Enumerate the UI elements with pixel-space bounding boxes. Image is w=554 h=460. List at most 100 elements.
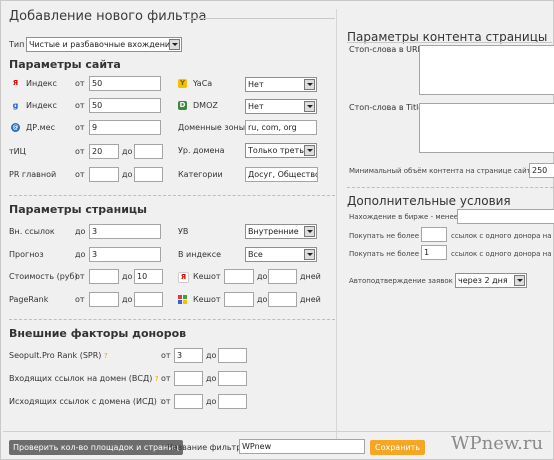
- buy-limit-1-input[interactable]: [421, 227, 447, 242]
- yandex-index-input[interactable]: 50: [89, 76, 161, 91]
- type-select[interactable]: Чистые и разбавочные вхождения: [26, 37, 182, 52]
- cache-yandex-label: Кеш: [193, 272, 211, 281]
- zones-label: Доменные зоны: [178, 123, 246, 132]
- yaca-icon: Y: [178, 79, 187, 88]
- google-icon: g: [12, 101, 19, 110]
- to-label: до: [122, 295, 133, 304]
- spr-from-input[interactable]: 3: [174, 348, 203, 363]
- google-index-input[interactable]: 50: [89, 98, 161, 113]
- pagerank-to-input[interactable]: [134, 292, 163, 307]
- yaca-label: YaCa: [193, 79, 213, 88]
- help-icon[interactable]: ?: [155, 375, 159, 383]
- cost-label: Стоимость (руб): [9, 272, 78, 281]
- tic-from-input[interactable]: 20: [89, 144, 119, 159]
- section-title-site: Параметры сайта: [9, 58, 121, 71]
- from-label: от: [75, 79, 85, 88]
- buy-limit-label: Покупать не более: [349, 232, 420, 240]
- chevron-down-icon: [304, 145, 315, 156]
- buy-limit-2-input[interactable]: 1: [421, 245, 447, 260]
- section-divider: [9, 195, 335, 196]
- watermark: WPnew.ru: [451, 433, 544, 454]
- cache-yandex-to-input[interactable]: [268, 269, 297, 284]
- content-title-underline: [347, 42, 552, 43]
- dr-mes-input[interactable]: 9: [89, 120, 161, 135]
- cache-yandex-from-input[interactable]: [224, 269, 254, 284]
- from-label: от: [161, 351, 171, 360]
- dmoz-select[interactable]: Нет: [245, 99, 317, 114]
- yandex-icon: Я: [178, 272, 189, 283]
- filter-name-label: Название фильтра: [167, 443, 247, 452]
- zones-input[interactable]: ru, com, org: [245, 120, 317, 135]
- domain-level-select[interactable]: Только треть: [245, 143, 317, 158]
- isd-to-input[interactable]: [218, 394, 247, 409]
- pr-from-input[interactable]: [89, 167, 119, 182]
- stop-url-textarea[interactable]: [419, 45, 554, 95]
- stop-url-label: Стоп-слова в URL: [349, 45, 422, 54]
- forecast-input[interactable]: 3: [89, 247, 161, 262]
- from-label: от: [211, 295, 221, 304]
- filter-name-input[interactable]: WPnew: [239, 439, 365, 454]
- yandex-icon: Я: [12, 79, 19, 87]
- pr-label: PR главной: [9, 170, 57, 179]
- cost-from-input[interactable]: [89, 269, 119, 284]
- save-button[interactable]: Сохранить: [370, 440, 425, 455]
- pagerank-label: PageRank: [9, 295, 49, 304]
- chevron-down-icon: [304, 79, 315, 90]
- column-divider: [336, 9, 337, 449]
- filter-form-panel: Добавление нового фильтра Тип Чистые и р…: [0, 0, 554, 460]
- section-divider: [9, 319, 335, 320]
- from-label: от: [75, 123, 85, 132]
- to-label: до: [257, 295, 268, 304]
- chevron-down-icon: [514, 275, 525, 286]
- yaca-select[interactable]: Нет: [245, 77, 317, 92]
- cache-google-to-input[interactable]: [268, 292, 297, 307]
- to-label: до: [75, 250, 86, 259]
- domain-level-label: Ур. домена: [178, 146, 225, 155]
- uv-label: УВ: [178, 227, 189, 236]
- cost-to-input[interactable]: 10: [134, 269, 163, 284]
- auto-confirm-select[interactable]: через 2 дня: [455, 273, 527, 288]
- dr-mes-label: ДР.мес: [26, 123, 55, 132]
- cache-google-from-input[interactable]: [224, 292, 254, 307]
- to-label: до: [257, 272, 268, 281]
- isd-from-input[interactable]: [174, 394, 203, 409]
- section-title-additional: Дополнительные условия: [347, 194, 511, 208]
- pr-to-input[interactable]: [134, 167, 163, 182]
- stop-title-textarea[interactable]: [419, 103, 554, 153]
- buy-limit-2-suffix: ссылок с одного донора на д: [451, 250, 554, 258]
- uv-select[interactable]: Внутренние: [245, 224, 317, 239]
- days-label: дней: [300, 272, 321, 281]
- google-icon: [178, 295, 187, 304]
- buy-limit-1-suffix: ссылок с одного донора на с: [451, 232, 554, 240]
- to-label: до: [206, 351, 217, 360]
- auto-confirm-label: Автоподтверждение заявок: [349, 277, 453, 285]
- chevron-down-icon: [304, 249, 315, 260]
- chevron-down-icon: [169, 39, 180, 50]
- yandex-index-label: Индекс: [26, 79, 57, 88]
- check-count-button[interactable]: Проверить кол-во площадок и страниц: [9, 440, 183, 455]
- categories-input[interactable]: Досуг, Общество: [245, 167, 318, 182]
- google-index-label: Индекс: [26, 101, 57, 110]
- exchange-label: Нахождение в бирже - менее: [349, 213, 459, 221]
- spr-to-input[interactable]: [218, 348, 247, 363]
- spr-label: Seopult.Pro Rank (SPR) ?: [9, 351, 108, 360]
- from-label: от: [75, 101, 85, 110]
- help-icon[interactable]: ?: [104, 352, 108, 360]
- tic-to-input[interactable]: [134, 144, 163, 159]
- categories-label: Категории: [178, 170, 223, 179]
- ext-links-label: Вн. ссылок: [9, 227, 55, 236]
- stop-title-label: Стоп-слова в Title: [349, 103, 424, 112]
- to-label: до: [122, 170, 133, 179]
- vsd-from-input[interactable]: [174, 371, 203, 386]
- ext-links-input[interactable]: 3: [89, 224, 161, 239]
- type-label: Тип: [9, 40, 25, 49]
- in-index-select[interactable]: Все: [245, 247, 317, 262]
- dmoz-icon: D: [178, 101, 187, 110]
- page-title: Добавление нового фильтра: [9, 9, 207, 24]
- vsd-to-input[interactable]: [218, 371, 247, 386]
- min-volume-input[interactable]: 250: [529, 163, 554, 178]
- from-label: от: [75, 272, 85, 281]
- pagerank-from-input[interactable]: [89, 292, 119, 307]
- exchange-input[interactable]: [457, 209, 554, 224]
- in-index-label: В индексе: [178, 250, 222, 259]
